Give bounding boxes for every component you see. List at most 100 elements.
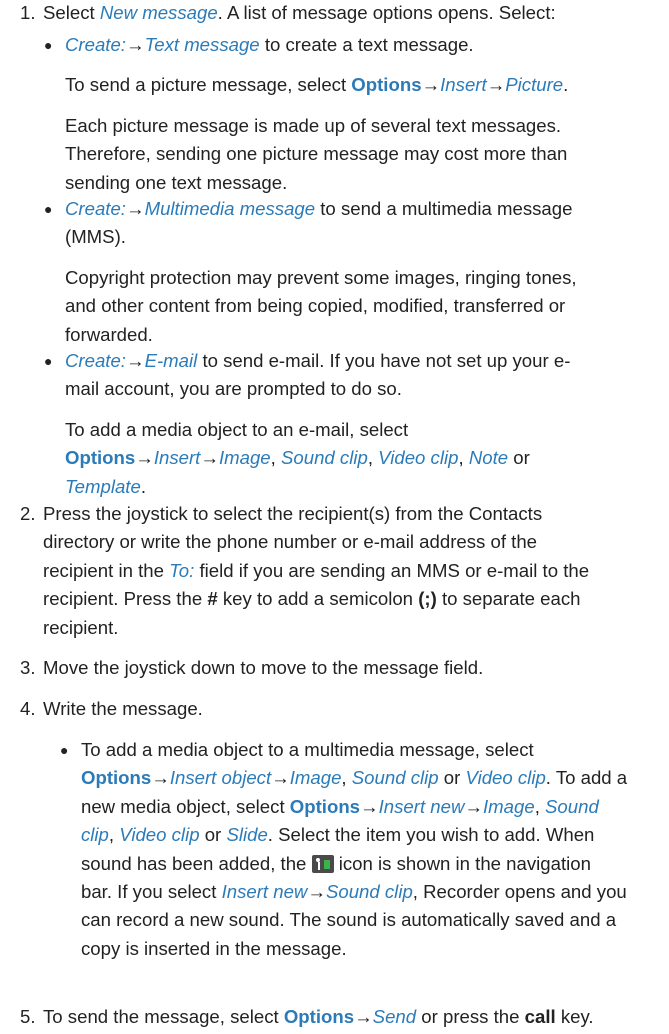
arrow-separator: → [464,795,483,817]
text-segment: To add a media object to a multimedia me… [81,739,534,760]
text-segment: Therefore, sending one picture message m… [65,143,568,165]
text-segment: 4. [20,698,36,719]
text-segment: Create: [65,198,126,219]
text-segment: , [367,447,373,469]
hash-key: # [207,588,218,610]
text-segment: Video clip [119,824,200,846]
text-segment: recipient in the [43,559,164,581]
text-segment: mail account, you are prompted to do so. [65,378,402,400]
email-media-instruction: To add a media object to an e-mail, sele… [65,416,665,501]
text-segment: Slide [226,824,268,846]
menu-text-message: Text message [144,34,260,55]
text-segment: Insert new [221,881,308,903]
text-segment: clip [81,824,109,846]
text-segment: , [534,795,540,817]
text-segment: . [563,74,569,95]
music-note-icon [311,854,334,873]
text-segment: Send [372,1006,417,1027]
text-segment: Video clip [378,447,459,469]
text-segment: Options [289,795,361,817]
text-segment: key to add a semicolon [222,588,414,610]
text-segment: (MMS). [65,226,126,248]
text-segment: To send a picture message, select [65,74,347,95]
text-segment: Note [468,447,509,469]
text-segment: Template [65,475,141,497]
text-segment: to send e-mail. If you have not set up y… [202,350,571,371]
arrow-separator: → [271,767,290,789]
menu-new-message: New message [99,2,218,23]
text-segment: Options [65,447,136,469]
text-segment: 2. [20,503,36,524]
text-segment: To send the message, select [43,1006,279,1027]
text-segment: Select [43,2,95,23]
text-segment: (;) [418,588,437,610]
text-segment: , [458,447,464,469]
text-segment: or [204,824,222,846]
step-number: 1. [20,2,36,23]
text-segment: key. [560,1006,594,1027]
text-segment: To add a [555,767,628,789]
text-segment: 3. [20,657,36,678]
text-segment: , [341,767,347,789]
bullet-icon: ● [44,201,53,217]
text-segment: Options [283,1006,355,1027]
text-segment: . A list of message options opens. Selec… [217,2,556,23]
text-segment: Insert new [378,795,465,817]
arrow-separator: → [125,350,145,371]
arrow-separator: → [135,447,154,469]
text-segment: Write the message. [43,698,203,719]
text-segment: bar. If you select [81,881,217,903]
bullet-icon: ● [44,37,53,53]
text-segment: forwarded. [65,323,153,345]
text-segment: Image [483,795,535,817]
bullet-text-message: ● Create:→Text message to create a text … [44,31,664,59]
bullet-media-object: ● To add a media object to a multimedia … [60,736,665,963]
text-segment: to separate each [441,588,581,610]
text-segment: . [140,475,146,497]
text-segment: recipient. [43,616,119,638]
arrow-separator: → [486,74,506,95]
arrow-separator: → [125,198,145,219]
text-segment: or press the [421,1006,520,1027]
text-segment: copy is inserted in the message. [81,937,347,959]
text-segment: To add a media object to an e-mail, sele… [65,419,409,440]
text-segment: recipient. Press the [43,588,203,610]
text-segment: , [270,447,276,469]
bullet-email: ● Create:→E-mail to send e-mail. If you … [44,347,664,404]
arrow-separator: → [354,1006,373,1027]
text-segment: or [443,767,461,789]
text-segment: Image [289,767,342,789]
text-segment: Insert object [169,767,272,789]
bullet-icon: ● [44,353,53,369]
text-segment: Press the joystick to select the recipie… [43,503,543,524]
text-segment: to create a text message. [264,34,474,55]
text-segment: Sound [545,795,599,817]
step-2: 2. Press the joystick to select the reci… [20,500,660,642]
text-segment: , Recorder opens and you [412,881,627,903]
text-segment: sending one text message. [65,171,288,193]
text-segment: Each picture message is made up of sever… [65,115,562,136]
text-segment: to send a multimedia message [320,198,573,219]
text-segment: Move the joystick down to move to the me… [43,657,484,678]
arrow-separator: → [200,447,219,469]
picture-message-instruction: To send a picture message, select Option… [65,71,665,99]
text-segment: Copyright protection may prevent some im… [65,267,577,288]
text-segment: icon is shown in the navigation [338,852,591,874]
text-segment: Options [81,767,152,789]
text-segment: . Select the item you wish to add. When [267,824,595,846]
text-segment: Create: [65,34,126,55]
arrow-separator: → [151,767,170,789]
arrow-separator: → [307,881,326,903]
options-key: Options [351,74,422,95]
text-segment: directory or write the phone number or e… [43,531,538,553]
text-segment: field if you are sending an MMS or e-mai… [199,559,590,581]
text-segment: can record a new sound. The sound is aut… [81,909,617,931]
step-5: 5. To send the message, select Options→S… [20,1003,665,1031]
step-3: 3. Move the joystick down to move to the… [20,654,660,682]
manual-page: 1. Select New message. A list of message… [0,0,669,1034]
text-segment: , [108,824,115,846]
text-segment: new media object, select [81,795,285,817]
text-segment: Image [218,447,271,469]
step-4: 4. Write the message. [20,695,660,723]
text-segment: Video clip [465,767,546,789]
